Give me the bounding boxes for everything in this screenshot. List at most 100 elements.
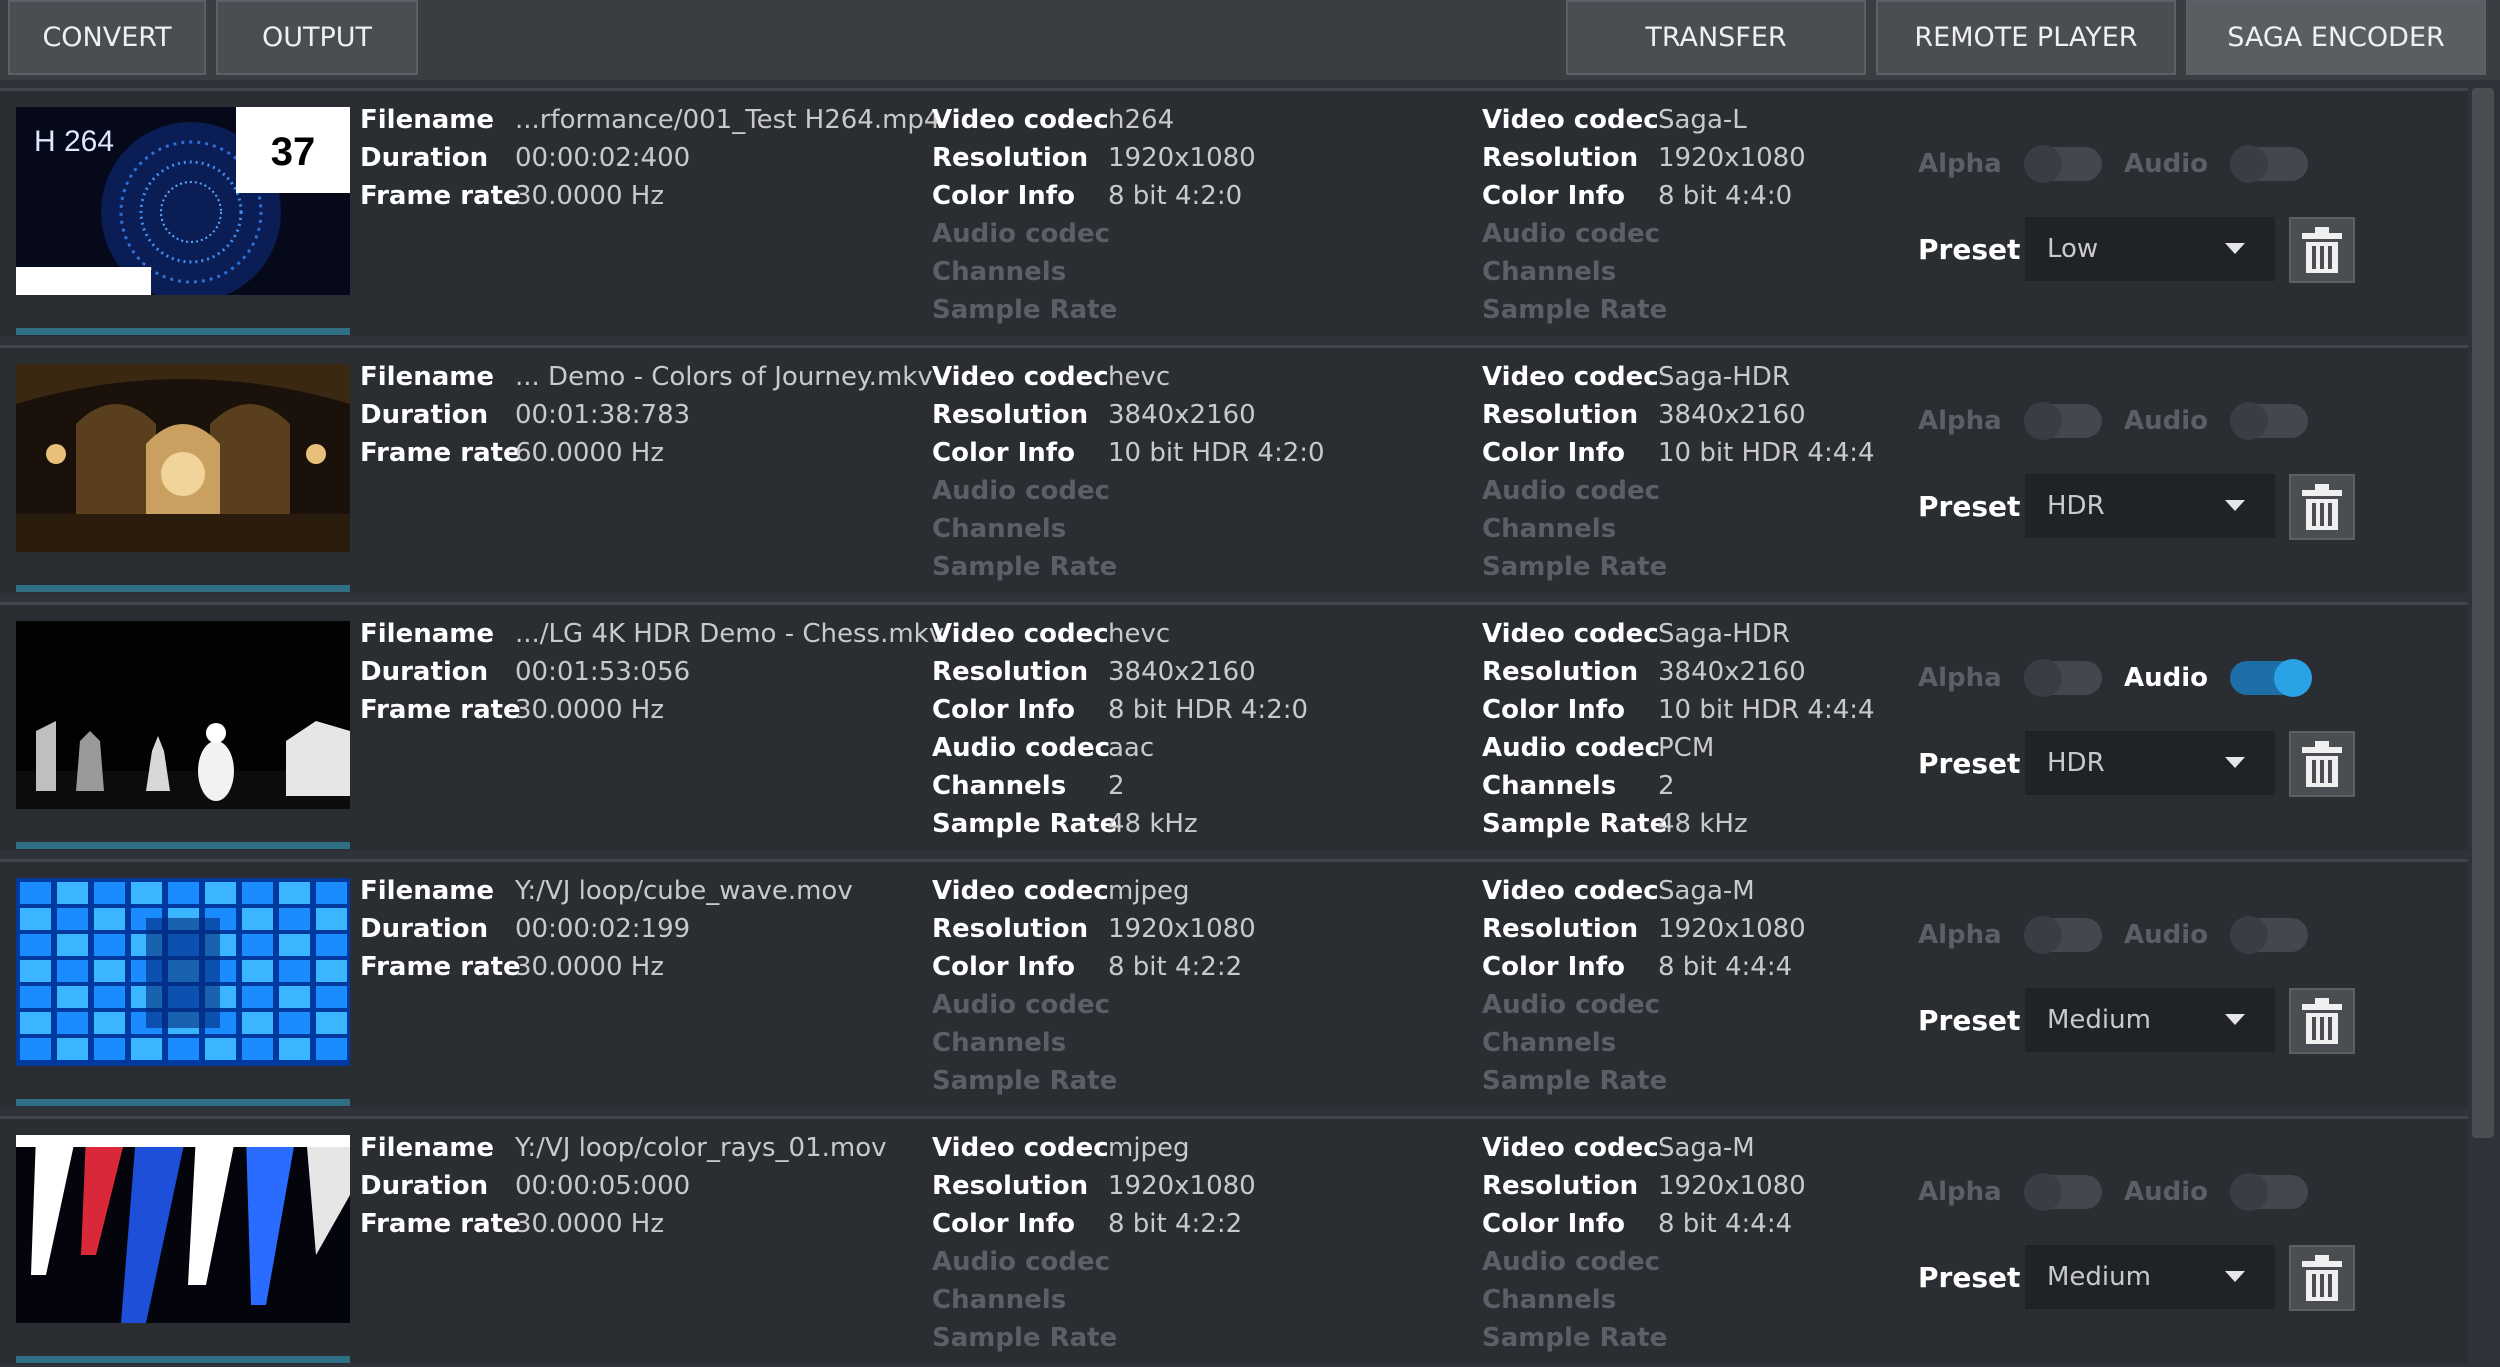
output-tab[interactable]: OUTPUT [216, 0, 418, 75]
progress-bar [16, 1356, 350, 1363]
duration-value: 00:00:02:199 [515, 914, 691, 944]
preset-label: Preset [1918, 1004, 2021, 1037]
file-list: H 264 37 Filename ...rformance/001_Test H2… [0, 88, 2468, 1367]
video-codec-label: Video codec [932, 619, 1109, 649]
duration-value: 00:00:02:400 [515, 143, 691, 173]
alpha-toggle[interactable] [2023, 402, 2102, 440]
video-codec-label: Video codec [1482, 619, 1659, 649]
src-color-info-value: 8 bit 4:2:2 [1108, 1209, 1243, 1239]
audio-label: Audio [2124, 1177, 2209, 1207]
trash-icon [2302, 741, 2342, 787]
color-info-label: Color Info [1482, 438, 1625, 468]
delete-button[interactable] [2289, 988, 2355, 1054]
audio-toggle[interactable] [2230, 402, 2309, 440]
file-row[interactable]: Filename ... Demo - Colors of Journey.mkv… [0, 345, 2468, 593]
preset-select[interactable]: Medium [2025, 988, 2275, 1052]
trash-icon [2302, 1255, 2342, 1301]
delete-button[interactable] [2289, 217, 2355, 283]
sample-rate-label: Sample Rate [932, 1323, 1118, 1353]
delete-button[interactable] [2289, 1245, 2355, 1311]
sample-rate-label: Sample Rate [1482, 1066, 1668, 1096]
alpha-toggle-group: Alpha [1918, 145, 2102, 183]
filename-value: Y:/VJ loop/color_rays_01.mov [515, 1133, 887, 1163]
color-info-label: Color Info [932, 181, 1075, 211]
file-row[interactable]: H 264 37 Filename ...rformance/001_Test H2… [0, 88, 2468, 336]
preset-select[interactable]: HDR [2025, 731, 2275, 795]
audio-codec-label: Audio codec [1482, 1247, 1661, 1277]
channels-label: Channels [1482, 1028, 1617, 1058]
resolution-label: Resolution [932, 914, 1089, 944]
sample-rate-label: Sample Rate [1482, 809, 1668, 839]
dst-video-codec-value: Saga-HDR [1658, 619, 1790, 649]
delete-button[interactable] [2289, 474, 2355, 540]
frame-rate-label: Frame rate [360, 695, 521, 725]
audio-toggle-knob [2230, 1173, 2269, 1211]
alpha-toggle-knob [2023, 916, 2062, 954]
preset-label: Preset [1918, 747, 2021, 780]
alpha-toggle[interactable] [2023, 1173, 2102, 1211]
resolution-label: Resolution [1482, 1171, 1639, 1201]
dst-sample-rate-value: 48 kHz [1658, 809, 1748, 839]
output-info-column: Video codec Saga-HDR Resolution 3840x2160 … [1482, 615, 1875, 843]
frame-rate-value: 30.0000 Hz [515, 695, 664, 725]
src-color-info-value: 8 bit 4:2:0 [1108, 181, 1243, 211]
resolution-label: Resolution [932, 400, 1089, 430]
transfer-tab[interactable]: TRANSFER [1566, 0, 1866, 75]
audio-toggle[interactable] [2230, 1173, 2309, 1211]
scrollbar[interactable] [2472, 88, 2494, 1138]
file-row[interactable]: Filename Y:/VJ loop/cube_wave.mov Duratio… [0, 859, 2468, 1107]
source-info-column: Video codec h264 Resolution 1920x1080 Colo… [932, 101, 1256, 329]
src-color-info-value: 10 bit HDR 4:2:0 [1108, 438, 1325, 468]
video-thumbnail [16, 621, 350, 809]
alpha-label: Alpha [1918, 149, 2002, 179]
trash-icon [2302, 484, 2342, 530]
video-thumbnail [16, 878, 350, 1066]
src-audio-codec-value: aac [1108, 733, 1155, 763]
audio-toggle[interactable] [2230, 659, 2313, 697]
remote-player-tab[interactable]: REMOTE PLAYER [1876, 0, 2176, 75]
duration-label: Duration [360, 914, 489, 944]
saga-encoder-tab[interactable]: SAGA ENCODER [2186, 0, 2486, 75]
file-row[interactable]: Filename Y:/VJ loop/color_rays_01.mov Dur… [0, 1116, 2468, 1364]
audio-label: Audio [2124, 920, 2209, 950]
frame-rate-value: 60.0000 Hz [515, 438, 664, 468]
dst-resolution-value: 1920x1080 [1658, 1171, 1806, 1201]
dst-resolution-value: 1920x1080 [1658, 914, 1806, 944]
duration-value: 00:01:38:783 [515, 400, 691, 430]
duration-label: Duration [360, 1171, 489, 1201]
alpha-toggle[interactable] [2023, 659, 2102, 697]
channels-label: Channels [1482, 257, 1617, 287]
audio-toggle-knob [2274, 659, 2313, 697]
filename-label: Filename [360, 619, 494, 649]
source-info-column: Video codec mjpeg Resolution 1920x1080 Col… [932, 872, 1256, 1100]
color-info-label: Color Info [1482, 952, 1625, 982]
progress-bar [16, 585, 350, 592]
filename-label: Filename [360, 876, 494, 906]
file-info-column: Filename Y:/VJ loop/cube_wave.mov Duratio… [360, 872, 853, 986]
channels-label: Channels [932, 514, 1067, 544]
frame-rate-value: 30.0000 Hz [515, 181, 664, 211]
channels-label: Channels [1482, 514, 1617, 544]
video-codec-label: Video codec [1482, 876, 1659, 906]
preset-select[interactable]: Low [2025, 217, 2275, 281]
src-channels-value: 2 [1108, 771, 1125, 801]
delete-button[interactable] [2289, 731, 2355, 797]
alpha-toggle[interactable] [2023, 916, 2102, 954]
resolution-label: Resolution [1482, 914, 1639, 944]
src-video-codec-value: mjpeg [1108, 1133, 1190, 1163]
alpha-toggle[interactable] [2023, 145, 2102, 183]
audio-codec-label: Audio codec [1482, 733, 1661, 763]
thumb-text: H 264 [34, 125, 114, 158]
preset-select[interactable]: HDR [2025, 474, 2275, 538]
audio-toggle[interactable] [2230, 916, 2309, 954]
source-info-column: Video codec hevc Resolution 3840x2160 Colo… [932, 615, 1308, 843]
channels-label: Channels [1482, 771, 1617, 801]
audio-toggle-knob [2230, 402, 2269, 440]
dst-resolution-value: 1920x1080 [1658, 143, 1806, 173]
frame-rate-value: 30.0000 Hz [515, 952, 664, 982]
file-row[interactable]: Filename .../LG 4K HDR Demo - Chess.mkv D… [0, 602, 2468, 850]
audio-toggle[interactable] [2230, 145, 2309, 183]
convert-tab[interactable]: CONVERT [8, 0, 206, 75]
dst-channels-value: 2 [1658, 771, 1675, 801]
preset-select[interactable]: Medium [2025, 1245, 2275, 1309]
